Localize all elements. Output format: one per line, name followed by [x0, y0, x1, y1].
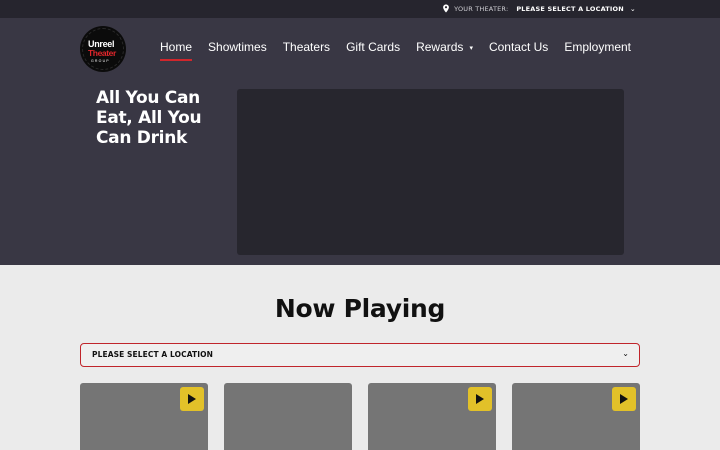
nav-item-rewards[interactable]: Rewards ▾: [416, 40, 473, 54]
play-trailer-button[interactable]: [612, 387, 636, 411]
nav-item-rewards-label: Rewards: [416, 40, 464, 54]
play-icon: [620, 394, 628, 404]
theater-label: YOUR THEATER:: [454, 4, 509, 13]
site-logo[interactable]: Unreel Theater GROUP: [80, 26, 126, 72]
location-select-value: PLEASE SELECT A LOCATION: [92, 350, 213, 359]
play-trailer-button[interactable]: [180, 387, 204, 411]
nav-item-theaters[interactable]: Theaters: [283, 40, 330, 54]
hero-title: All You Can Eat, All You Can Drink: [96, 88, 202, 148]
nav-item-contact-us[interactable]: Contact Us: [489, 40, 548, 54]
play-icon: [476, 394, 484, 404]
map-pin-icon: [443, 4, 450, 13]
now-playing-title: Now Playing: [274, 294, 446, 323]
movie-card[interactable]: [512, 383, 640, 450]
chevron-down-icon: ⌄: [622, 349, 629, 358]
movie-card[interactable]: [368, 383, 496, 450]
main-nav: Home Showtimes Theaters Gift Cards Rewar…: [160, 40, 631, 61]
video-player[interactable]: [237, 89, 624, 255]
movie-card[interactable]: [80, 383, 208, 450]
location-value[interactable]: PLEASE SELECT A LOCATION: [516, 5, 624, 13]
nav-item-employment[interactable]: Employment: [564, 40, 631, 54]
top-bar: YOUR THEATER: PLEASE SELECT A LOCATION ⌄: [0, 0, 720, 18]
nav-item-showtimes[interactable]: Showtimes: [208, 40, 267, 54]
movie-card[interactable]: [224, 383, 352, 450]
nav-item-home[interactable]: Home: [160, 40, 193, 61]
location-selector[interactable]: YOUR THEATER: PLEASE SELECT A LOCATION ⌄: [442, 4, 636, 13]
play-trailer-button[interactable]: [468, 387, 492, 411]
location-select[interactable]: PLEASE SELECT A LOCATION ⌄: [80, 343, 640, 367]
logo-word-theater: Theater: [88, 48, 116, 58]
caret-down-icon: ▾: [469, 44, 473, 52]
logo-word-group: GROUP: [91, 59, 110, 63]
nav-item-gift-cards[interactable]: Gift Cards: [346, 40, 400, 54]
play-icon: [188, 394, 196, 404]
chevron-down-icon[interactable]: ⌄: [630, 5, 636, 13]
